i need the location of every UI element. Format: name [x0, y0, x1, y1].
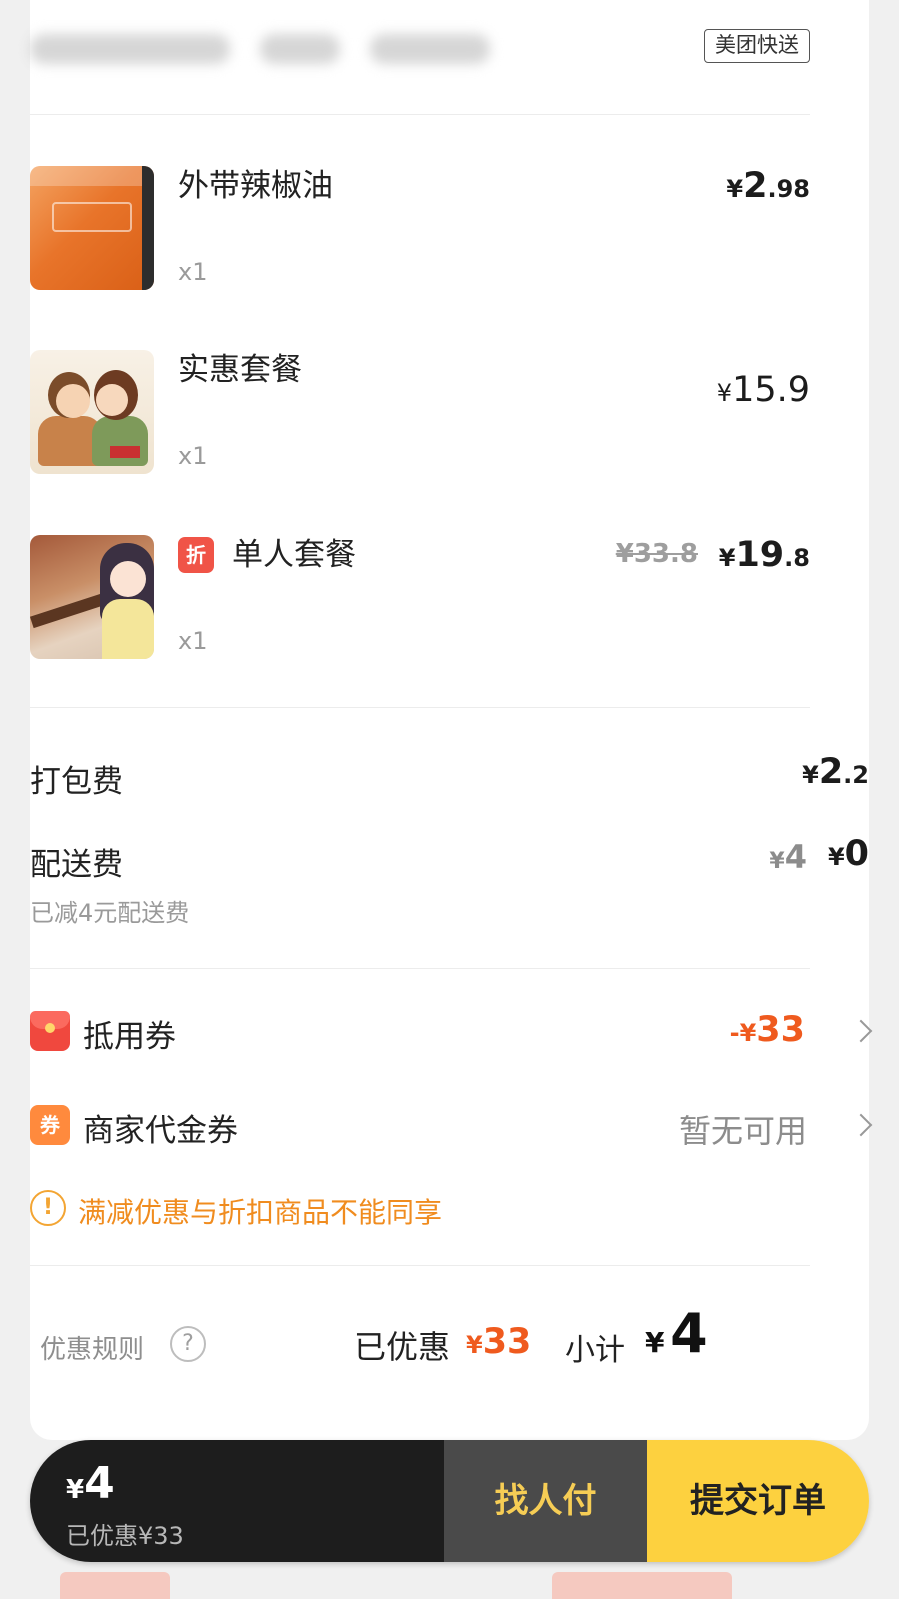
discount-rules-link[interactable]: 优惠规则	[40, 1329, 144, 1366]
blurred-shop-meta	[260, 34, 340, 64]
list-item[interactable]: 外带辣椒油 x1 ¥2.98	[30, 166, 810, 292]
divider	[30, 114, 810, 115]
delivery-fee-note: 已减4元配送费	[30, 899, 190, 927]
background-card-peek	[60, 1572, 170, 1599]
packing-fee-value: ¥2.2	[802, 752, 869, 792]
saved-value: ¥33	[466, 1322, 532, 1362]
delivery-fee-label: 配送费	[30, 847, 123, 883]
item-original-price: ¥33.8	[615, 539, 698, 569]
list-item[interactable]: 实惠套餐 x1 ¥15.9	[30, 350, 810, 476]
warning-icon: !	[30, 1190, 66, 1226]
item-qty: x1	[178, 258, 208, 286]
divider	[30, 968, 810, 969]
checkout-total-area: ¥4 已优惠¥33	[30, 1440, 444, 1562]
merchant-voucher-label[interactable]: 商家代金券	[83, 1105, 238, 1150]
pay-by-others-button[interactable]: 找人付	[444, 1440, 647, 1562]
checkout-bar: ¥4 已优惠¥33 找人付 提交订单	[30, 1440, 869, 1562]
subtotal-value: ¥ 4	[645, 1302, 708, 1365]
saved-label: 已优惠	[354, 1328, 451, 1366]
blurred-shop-meta-2	[370, 34, 490, 64]
item-price: ¥15.9	[716, 370, 810, 410]
item-thumbnail	[30, 535, 154, 659]
item-price: ¥19.8	[718, 535, 810, 575]
item-thumbnail	[30, 166, 154, 290]
merchant-voucher-value[interactable]: 暂无可用	[679, 1106, 807, 1152]
packing-fee-label: 打包费	[30, 764, 123, 800]
checkout-total: ¥4	[66, 1458, 115, 1509]
checkout-saved: 已优惠¥33	[66, 1522, 184, 1550]
item-name: 外带辣椒油	[178, 168, 333, 204]
item-name: 实惠套餐	[178, 352, 302, 388]
submit-order-button[interactable]: 提交订单	[647, 1440, 869, 1562]
discount-coupon-label[interactable]: 抵用券	[83, 1011, 176, 1056]
delivery-fee-value: ¥0	[827, 834, 869, 874]
help-icon[interactable]: ?	[170, 1326, 206, 1362]
divider	[30, 1265, 810, 1266]
discount-coupon-value[interactable]: -¥33	[730, 1010, 805, 1050]
delivery-fee-original: ¥4	[769, 838, 807, 876]
discount-notice: 满减优惠与折扣商品不能同享	[78, 1196, 443, 1229]
discount-badge: 折	[178, 537, 214, 573]
shop-header: 美团快送	[30, 26, 810, 70]
background-card-peek	[552, 1572, 732, 1599]
item-qty: x1	[178, 442, 208, 470]
item-price: ¥2.98	[726, 166, 810, 206]
blurred-shop-name	[30, 34, 230, 64]
voucher-icon: 券	[30, 1105, 70, 1145]
delivery-tag: 美团快送	[704, 29, 810, 63]
item-thumbnail	[30, 350, 154, 474]
item-qty: x1	[178, 627, 208, 655]
item-name: 单人套餐	[232, 537, 356, 573]
subtotal-label: 小计	[565, 1333, 625, 1368]
divider	[30, 707, 810, 708]
list-item[interactable]: 折 单人套餐 ¥33.8 ¥19.8 x1	[30, 535, 810, 661]
red-packet-icon	[30, 1011, 70, 1051]
